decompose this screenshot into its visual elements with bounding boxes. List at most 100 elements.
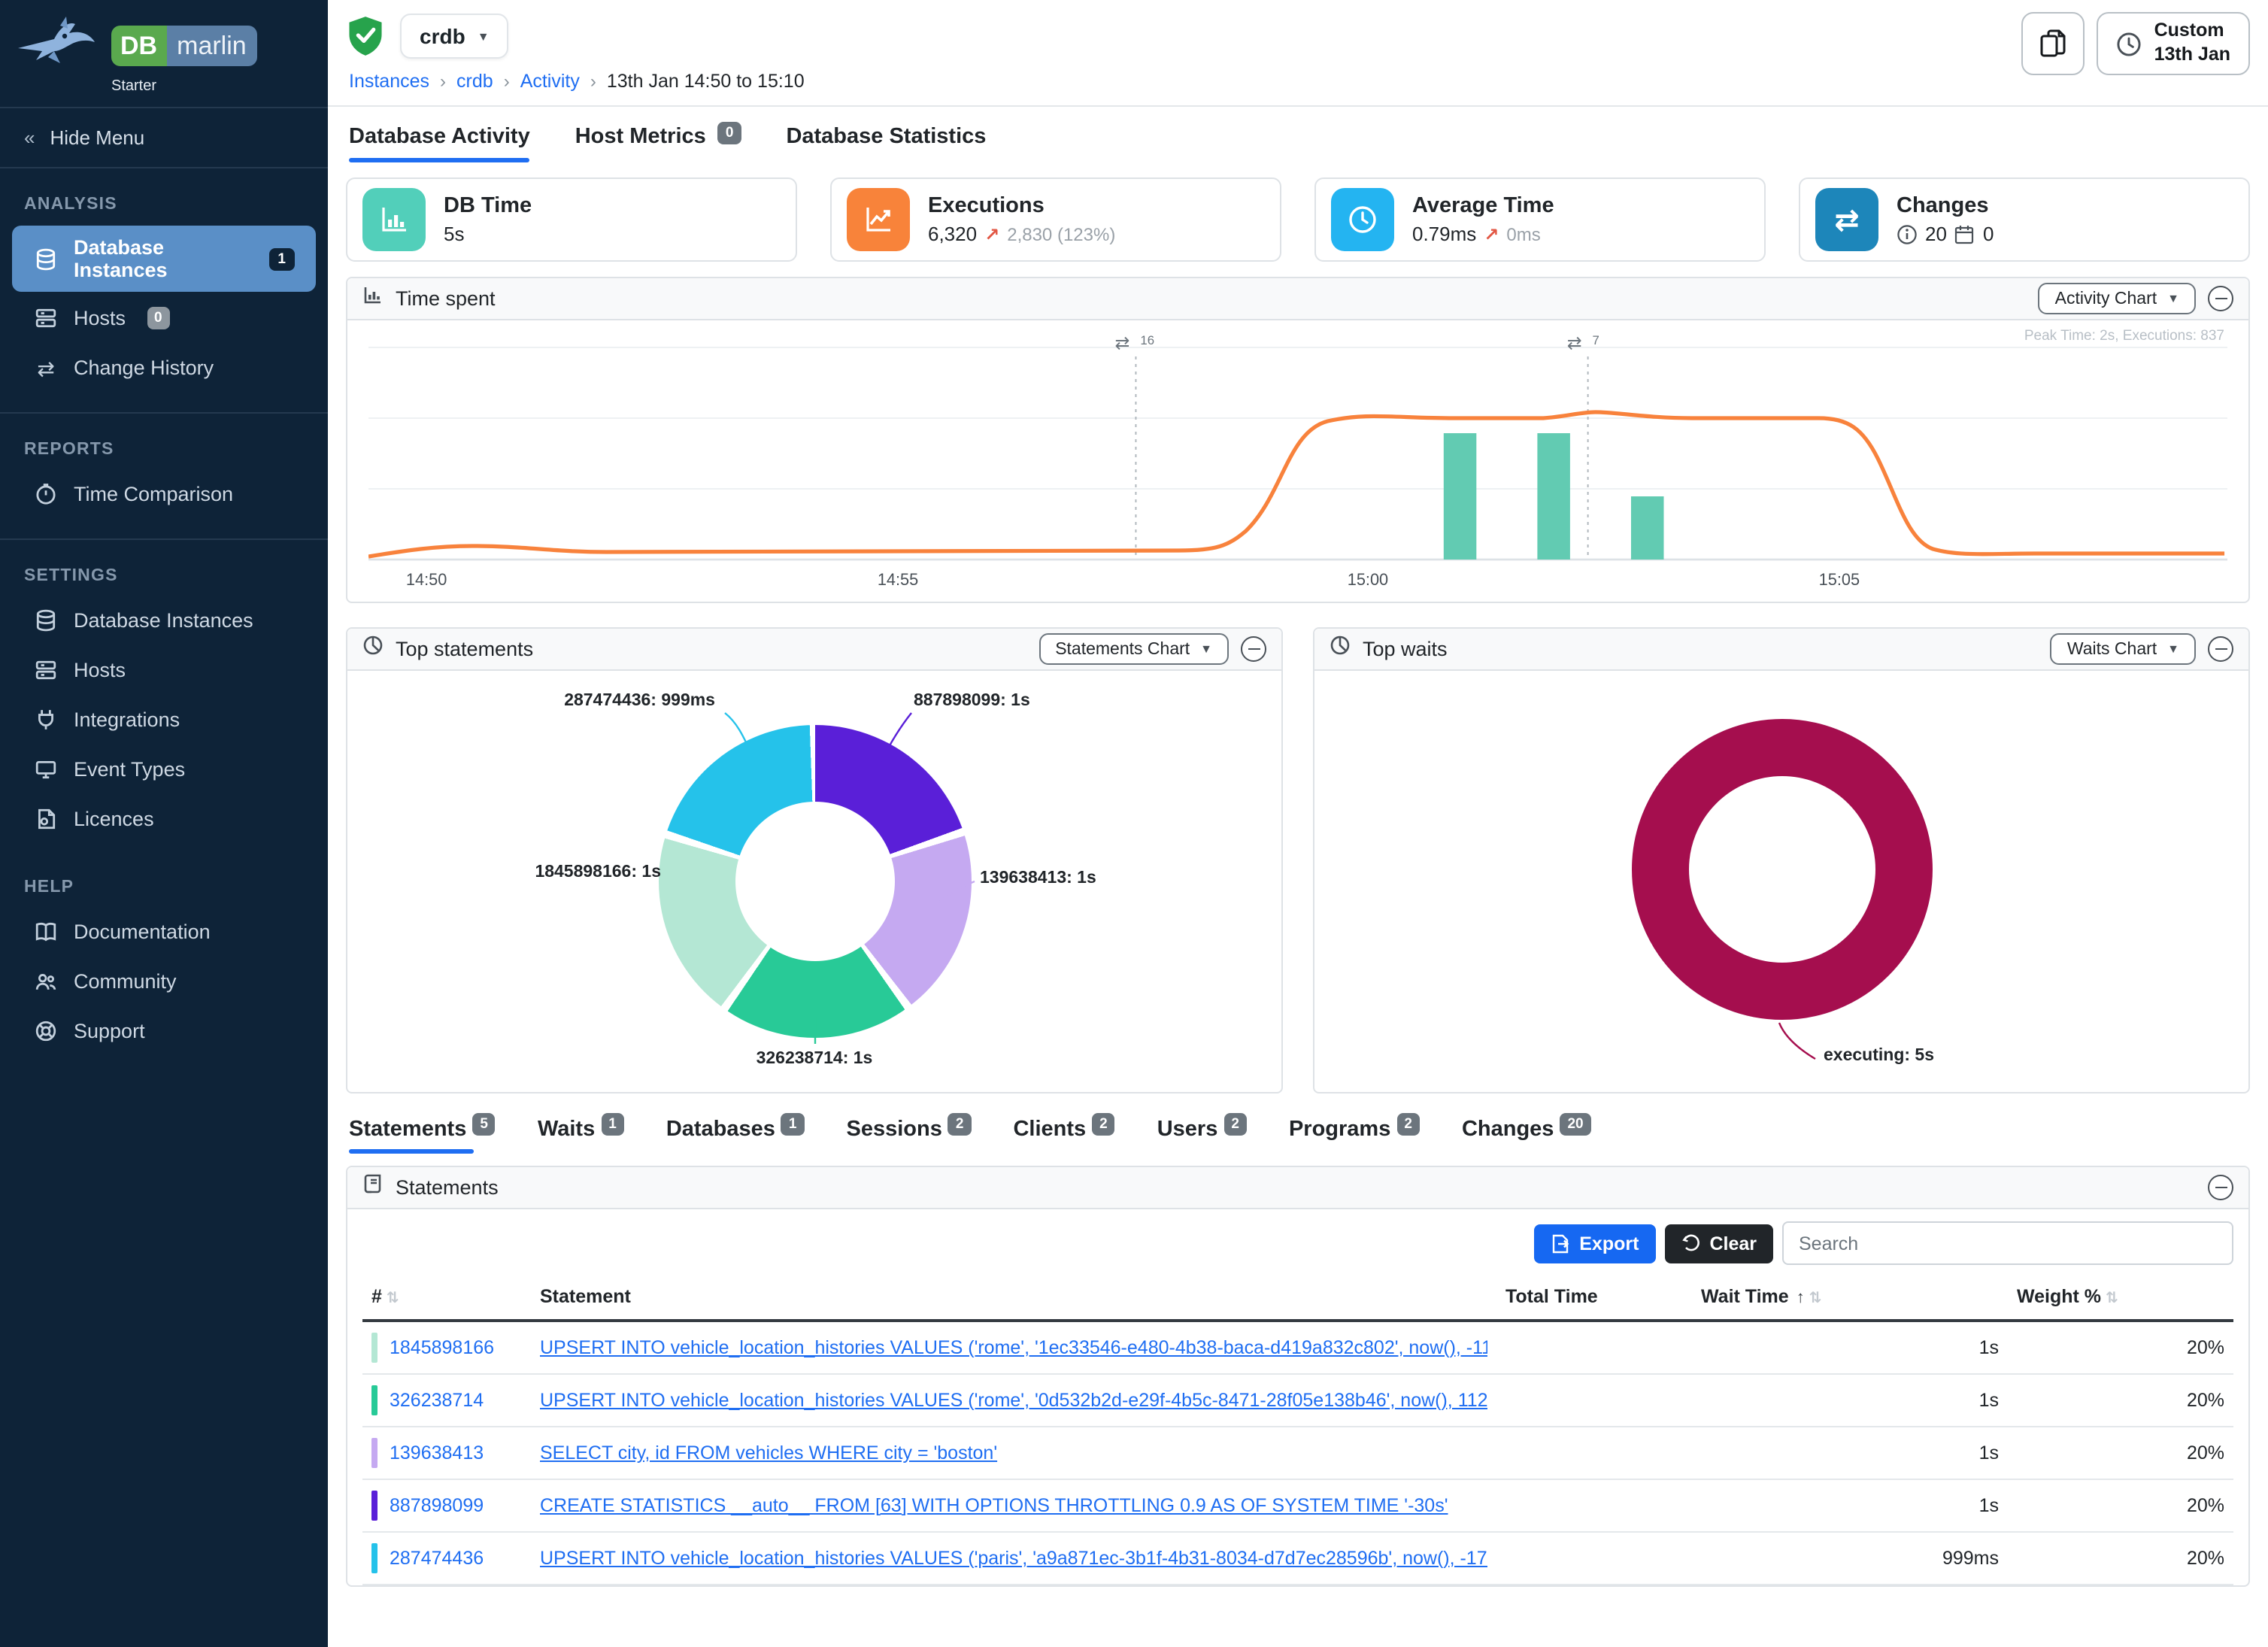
collapse-panel-button[interactable] — [2208, 1175, 2233, 1200]
executions-bar — [1631, 496, 1664, 560]
kpi-title: Executions — [928, 194, 1115, 218]
tab-changes[interactable]: Changes20 — [1462, 1118, 1591, 1154]
wait-time-value: 1s — [1692, 1321, 2008, 1374]
sidebar-item-label: Database Instances — [74, 609, 253, 632]
statement-link[interactable]: CREATE STATISTICS __auto__ FROM [63] WIT… — [540, 1495, 1487, 1516]
time-spent-header: Time spent Activity Chart ▼ — [347, 278, 2248, 320]
statements-donut[interactable] — [658, 725, 971, 1038]
tab-users[interactable]: Users2 — [1157, 1118, 1247, 1154]
main-tabs: Database Activity Host Metrics 0 Databas… — [328, 107, 2268, 162]
activity-line-chart: ⇄ 16 ⇄ 7 14:50 14:55 15:00 15:05 — [368, 326, 2227, 591]
column-id[interactable]: #⇅ — [362, 1274, 531, 1321]
tab-statements[interactable]: Statements5 — [349, 1118, 496, 1154]
instance-name: crdb — [420, 24, 465, 48]
count-badge: 2 — [1396, 1113, 1420, 1136]
table-row: 326238714 UPSERT INTO vehicle_location_h… — [362, 1374, 2233, 1427]
collapse-panel-button[interactable] — [2208, 286, 2233, 311]
column-weight[interactable]: Weight %⇅ — [2008, 1274, 2233, 1321]
sidebar-section-reports: REPORTS Time Comparison — [0, 412, 328, 526]
support-icon — [33, 1018, 59, 1044]
time-range-label: Custom — [2154, 20, 2230, 44]
column-total-time[interactable]: Total Time — [1496, 1274, 1692, 1321]
sidebar-item-licences[interactable]: Licences — [12, 796, 316, 842]
donut-label: 287474436: 999ms — [468, 692, 715, 710]
trend-up-icon: ↗ — [1484, 223, 1499, 244]
sidebar-item-event-types[interactable]: Event Types — [12, 746, 316, 793]
line-chart-icon — [847, 188, 910, 251]
sidebar-item-hosts-settings[interactable]: Hosts — [12, 647, 316, 693]
sidebar-item-support[interactable]: Support — [12, 1008, 316, 1054]
charts-row: Top statements Statements Chart ▼ — [346, 627, 2250, 1093]
statements-chart-select[interactable]: Statements Chart ▼ — [1038, 633, 1229, 665]
sidebar-item-integrations[interactable]: Integrations — [12, 696, 316, 743]
search-input[interactable] — [1782, 1221, 2233, 1265]
sidebar-item-label: Change History — [74, 356, 214, 379]
statement-id-link[interactable]: 326238714 — [390, 1390, 484, 1411]
sidebar-item-time-comparison[interactable]: Time Comparison — [12, 471, 316, 517]
waits-donut[interactable] — [1631, 719, 1932, 1020]
tab-programs[interactable]: Programs2 — [1289, 1118, 1420, 1154]
sidebar-item-change-history[interactable]: ⇄ Change History — [12, 344, 316, 391]
activity-chart-select[interactable]: Activity Chart ▼ — [2039, 283, 2196, 314]
tab-clients[interactable]: Clients2 — [1013, 1118, 1114, 1154]
collapse-chevrons-icon: « — [24, 126, 35, 149]
tab-host-metrics[interactable]: Host Metrics 0 — [575, 125, 741, 162]
column-statement[interactable]: Statement — [531, 1274, 1496, 1321]
copy-link-button[interactable] — [2022, 12, 2085, 75]
breadcrumb-crdb[interactable]: crdb — [456, 71, 493, 92]
waits-chart-select[interactable]: Waits Chart ▼ — [2051, 633, 2196, 665]
hosts-icon — [33, 657, 59, 683]
statement-link[interactable]: UPSERT INTO vehicle_location_histories V… — [540, 1337, 1487, 1358]
column-wait-time[interactable]: Wait Time↑⇅ — [1692, 1274, 2008, 1321]
instance-selector[interactable]: crdb ▼ — [400, 14, 509, 59]
tab-waits[interactable]: Waits1 — [538, 1118, 624, 1154]
breadcrumb-activity[interactable]: Activity — [520, 71, 580, 92]
clear-button[interactable]: Clear — [1664, 1224, 1773, 1263]
chevron-down-icon: ▼ — [1200, 642, 1212, 656]
tab-database-activity[interactable]: Database Activity — [349, 125, 530, 162]
collapse-panel-button[interactable] — [2208, 636, 2233, 662]
donut-label: 139638413: 1s — [980, 869, 1096, 887]
donut-label: executing: 5s — [1824, 1047, 1934, 1065]
scroll-icon — [362, 1173, 384, 1202]
kpi-changes: ⇄ Changes 20 0 — [1799, 177, 2250, 262]
statement-id-link[interactable]: 887898099 — [390, 1495, 484, 1516]
statement-id-link[interactable]: 287474436 — [390, 1548, 484, 1569]
collapse-panel-button[interactable] — [1241, 636, 1266, 662]
sidebar-item-database-instances[interactable]: Database Instances 1 — [12, 226, 316, 292]
edition-label: Starter — [111, 78, 316, 95]
kpi-value: 0.79ms — [1412, 223, 1476, 245]
change-marker-icon: ⇄ — [1115, 333, 1130, 353]
statements-panel-header: Statements — [347, 1167, 2248, 1209]
database-icon — [33, 608, 59, 633]
sidebar-item-documentation[interactable]: Documentation — [12, 908, 316, 955]
statements-panel: Statements Export Clear #⇅ — [346, 1166, 2250, 1587]
count-badge: 2 — [948, 1113, 972, 1136]
donut-label: 1845898166: 1s — [468, 863, 661, 881]
table-row: 139638413 SELECT city, id FROM vehicles … — [362, 1427, 2233, 1479]
export-button[interactable]: Export — [1534, 1224, 1655, 1263]
statement-link[interactable]: SELECT city, id FROM vehicles WHERE city… — [540, 1442, 1487, 1463]
tab-databases[interactable]: Databases1 — [666, 1118, 805, 1154]
count-badge: 2 — [1092, 1113, 1115, 1136]
x-axis-tick: 15:05 — [1819, 570, 1860, 589]
sidebar-item-community[interactable]: Community — [12, 958, 316, 1005]
breadcrumb-separator: › — [504, 71, 510, 92]
statement-id-link[interactable]: 1845898166 — [390, 1337, 494, 1358]
weight-value: 20% — [2008, 1427, 2233, 1479]
statement-link[interactable]: UPSERT INTO vehicle_location_histories V… — [540, 1390, 1487, 1411]
hide-menu-button[interactable]: « Hide Menu — [0, 108, 328, 168]
statement-color-bar — [371, 1491, 377, 1521]
sidebar-item-database-instances-settings[interactable]: Database Instances — [12, 597, 316, 644]
sort-icon: ⇅ — [2106, 1291, 2118, 1307]
changes-info-count: 20 — [1925, 223, 1947, 245]
statement-link[interactable]: UPSERT INTO vehicle_location_histories V… — [540, 1548, 1487, 1569]
statement-id-link[interactable]: 139638413 — [390, 1442, 484, 1463]
time-range-button[interactable]: Custom 13th Jan — [2097, 12, 2250, 75]
tab-sessions[interactable]: Sessions2 — [847, 1118, 972, 1154]
sidebar-item-hosts[interactable]: Hosts 0 — [12, 295, 316, 341]
panel-title: Top statements — [396, 638, 533, 660]
database-icon — [33, 246, 59, 271]
breadcrumb-instances[interactable]: Instances — [349, 71, 429, 92]
tab-database-statistics[interactable]: Database Statistics — [786, 125, 986, 162]
